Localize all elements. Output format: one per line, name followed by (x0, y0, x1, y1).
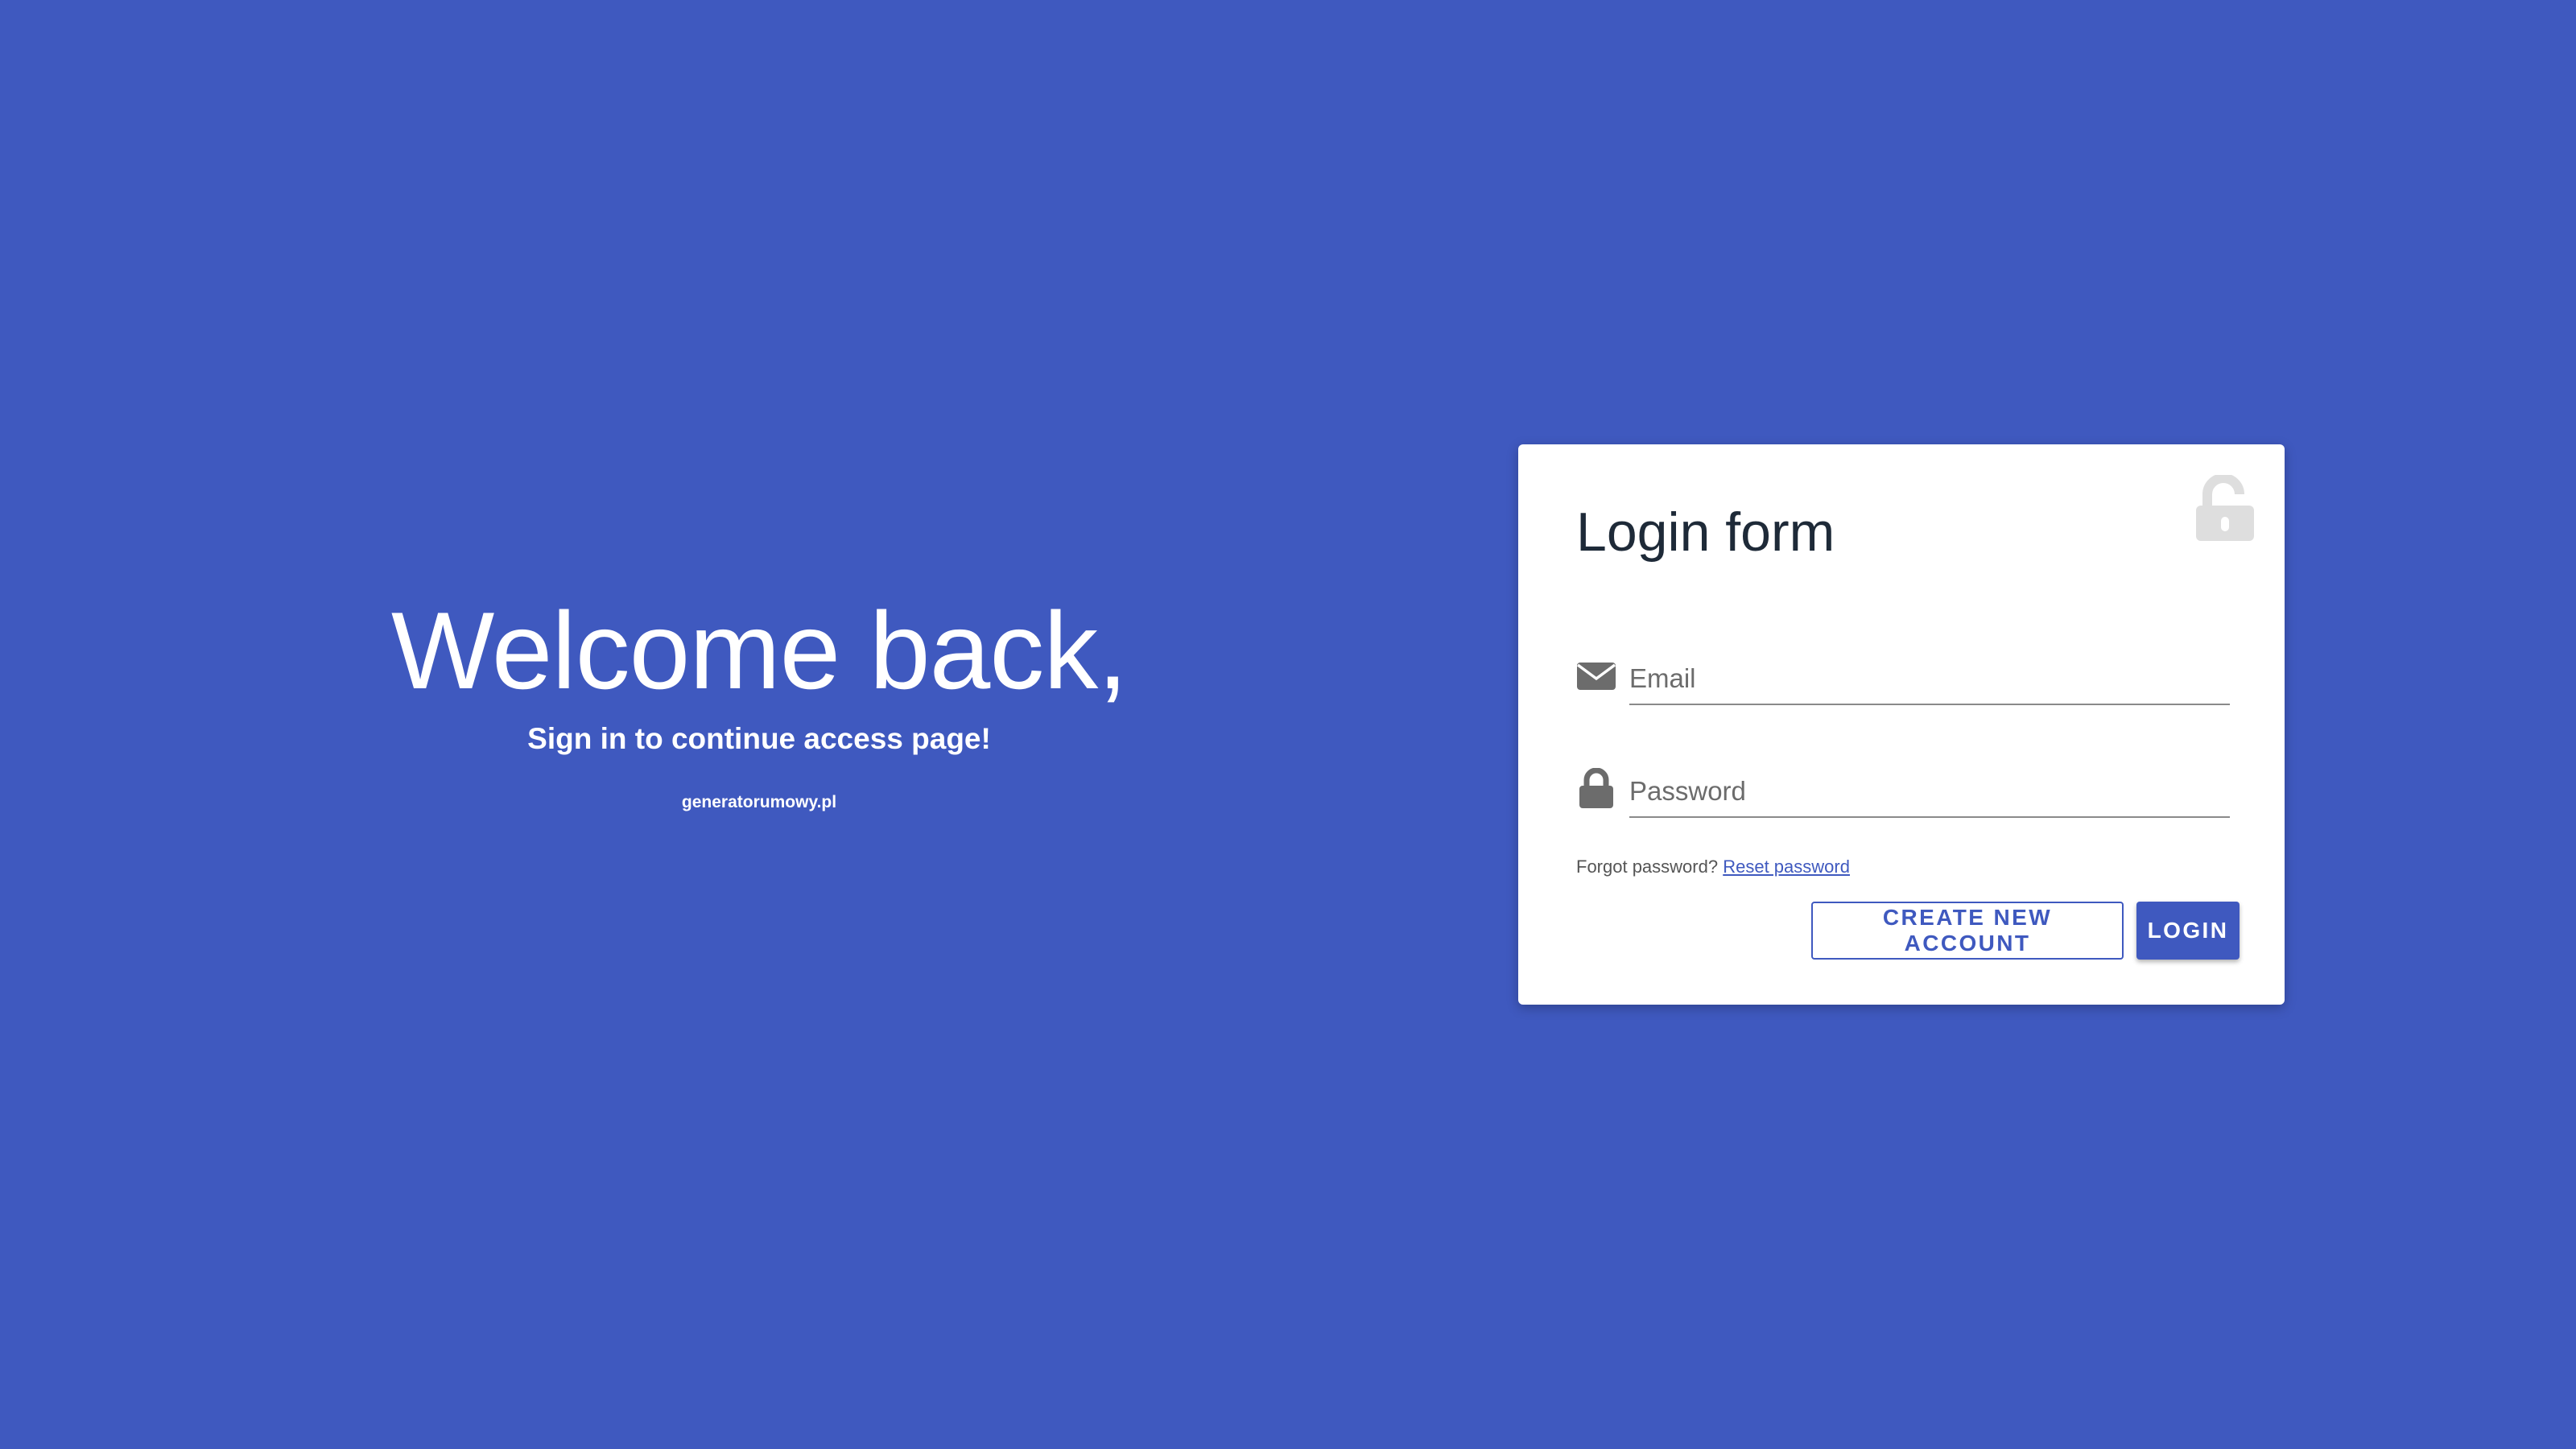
login-button[interactable]: LOGIN (2136, 902, 2240, 960)
site-name: generatorumowy.pl (681, 792, 837, 811)
unlock-icon (2196, 475, 2254, 541)
lock-icon (1579, 768, 1613, 808)
reset-password-link[interactable]: Reset password (1723, 857, 1850, 877)
welcome-title: Welcome back, (390, 589, 1128, 712)
forgot-password-text: Forgot password? (1576, 857, 1719, 877)
password-field (1576, 750, 2230, 818)
welcome-subtitle: Sign in to continue access page! (527, 722, 991, 755)
forgot-password-row: Forgot password? Reset password (1576, 857, 1850, 877)
welcome-panel: Welcome back, Sign in to continue access… (0, 596, 1518, 812)
email-field (1576, 638, 2230, 705)
login-form-title: Login form (1576, 502, 1835, 563)
login-card: Login form Forgot password? Reset passwo… (1518, 444, 2285, 1005)
password-input[interactable] (1629, 766, 2230, 818)
envelope-icon (1576, 663, 1616, 690)
email-input[interactable] (1629, 654, 2230, 705)
create-account-button[interactable]: CREATE NEW ACCOUNT (1811, 902, 2124, 960)
